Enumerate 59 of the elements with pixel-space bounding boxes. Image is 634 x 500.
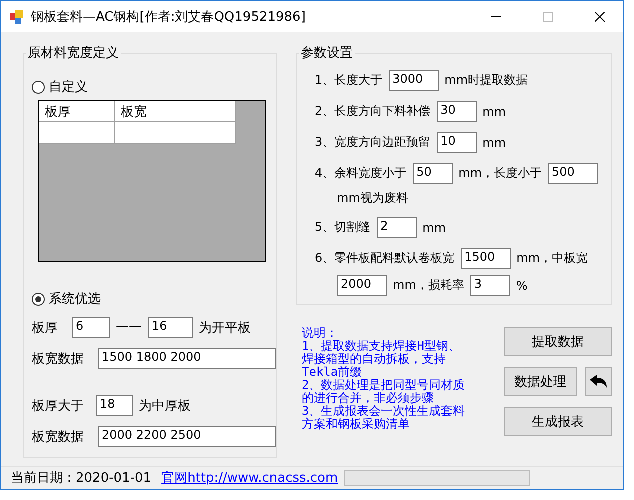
radio-button[interactable] — [32, 292, 45, 306]
label: 4、余料宽度小于 — [315, 165, 407, 182]
input-field[interactable]: 3 — [470, 275, 510, 296]
input-field[interactable]: 2000 2200 2500 — [98, 426, 276, 447]
close-icon — [595, 12, 605, 22]
extract-data-button[interactable]: 提取数据 — [504, 327, 612, 356]
radio-button[interactable] — [32, 80, 45, 94]
label: 板宽数据 — [32, 428, 84, 446]
undo-arrow-icon — [590, 374, 608, 388]
label: mm — [482, 136, 506, 150]
input-field[interactable]: 10 — [436, 132, 477, 153]
input-field[interactable]: 2 — [376, 217, 417, 238]
label: 板厚 — [32, 320, 58, 336]
label: mm时提取数据 — [444, 72, 528, 89]
input-field[interactable]: 30 — [436, 101, 477, 122]
column-header[interactable]: 板宽 — [115, 101, 236, 122]
input-field[interactable]: 6 — [72, 317, 110, 338]
generate-report-button[interactable]: 生成报表 — [504, 407, 612, 436]
input-field[interactable]: 1500 — [460, 248, 511, 269]
label: 5、切割缝 — [315, 219, 371, 236]
input-field[interactable]: 50 — [412, 163, 453, 184]
website-link[interactable]: 官网http://www.cnacss.com — [162, 469, 338, 487]
label: 自定义 — [49, 79, 88, 96]
input-field[interactable]: 2000 — [337, 275, 387, 296]
label: 2、长度方向下料补偿 — [315, 103, 431, 120]
label: 板厚大于 — [32, 398, 84, 414]
label: % — [516, 278, 528, 292]
label: 3、宽度方向边距预留 — [315, 134, 431, 151]
input-field[interactable]: 1500 1800 2000 — [98, 348, 276, 369]
label: mm视为废料 — [337, 190, 408, 207]
label: mm — [422, 220, 446, 234]
input-field[interactable]: 18 — [96, 395, 133, 416]
group-title: 原材料宽度定义 — [27, 45, 120, 62]
window-title: 钢板套料—AC钢构[作者:刘艾春QQ19521986] — [31, 8, 307, 26]
process-data-button[interactable]: 数据处理 — [504, 367, 577, 396]
label: 为中厚板 — [139, 398, 191, 414]
group-title: 参数设置 — [300, 45, 354, 62]
label: 一一 — [116, 320, 142, 336]
label: 1、长度大于 — [315, 72, 383, 89]
table-cell[interactable] — [115, 122, 236, 144]
label: 6、零件板配料默认卷板宽 — [315, 250, 455, 267]
label: mm，长度小于 — [458, 165, 542, 182]
label: 为开平板 — [199, 320, 251, 336]
current-date: 当前日期：2020-01-01 — [11, 470, 152, 487]
column-header[interactable]: 板厚 — [39, 101, 115, 122]
minimize-icon — [491, 16, 501, 17]
table-cell[interactable] — [39, 122, 115, 144]
instructions-text: 说明： 1、提取数据支持焊接H型钢、焊接箱型的自动拆板，支持Tekla前缀 2、数据处理是把同型号同材质的进行合并，非必须步骤 3、生成报表会一次性生成套料方案和钢板采购清单 — [302, 327, 466, 433]
label: mm — [482, 104, 506, 118]
label: 板宽数据 — [32, 350, 84, 368]
maximize-icon — [543, 12, 553, 22]
undo-button[interactable] — [585, 367, 612, 396]
label: mm，中板宽 — [516, 250, 588, 267]
label: 系统优选 — [49, 291, 101, 308]
input-field[interactable]: 500 — [548, 163, 598, 184]
input-field[interactable]: 16 — [148, 317, 193, 338]
input-field[interactable]: 3000 — [388, 70, 439, 91]
label: mm，损耗率 — [393, 277, 464, 294]
app-icon — [9, 8, 25, 24]
